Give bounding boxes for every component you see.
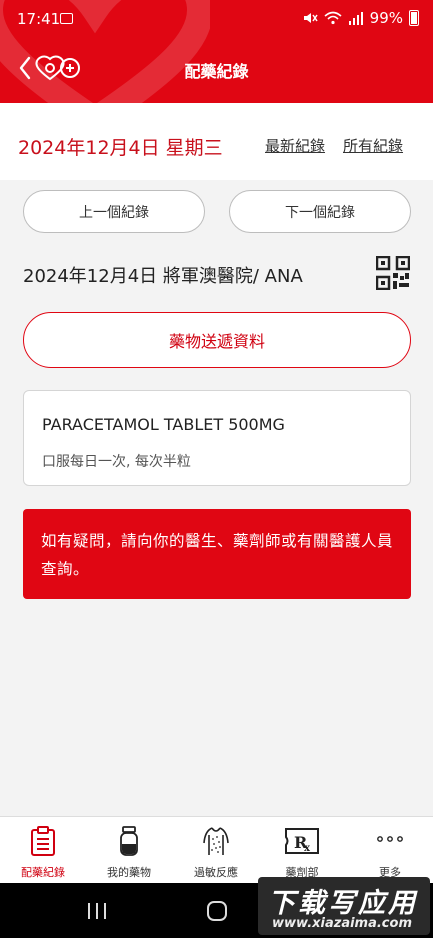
allergy-body-icon (203, 827, 229, 855)
dispensing-record-icon (31, 826, 55, 856)
previous-record-button[interactable]: 上一個紀錄 (23, 190, 205, 233)
record-date: 2024年12月4日 星期三 (18, 137, 223, 159)
drug-delivery-info-button[interactable]: 藥物送遞資料 (23, 312, 411, 368)
inquiry-notice: 如有疑問，請向你的醫生、藥劑師或有關醫護人員查詢。 (23, 509, 411, 599)
tab-my-medication[interactable]: 我的藥物 (86, 817, 172, 884)
medication-card[interactable]: PARACETAMOL TABLET 500MG 口服每日一次, 每次半粒 (23, 390, 411, 486)
latest-records-link[interactable]: 最新紀錄 (265, 135, 325, 156)
record-title: 2024年12月4日 將軍澳醫院/ ANA (23, 266, 303, 287)
battery-percentage: 99% (369, 9, 403, 27)
mute-icon (303, 13, 318, 23)
qr-code-icon[interactable] (376, 256, 410, 290)
medication-name: PARACETAMOL TABLET 500MG (42, 415, 285, 434)
site-watermark: 下载写应用 www.xiazaima.com (258, 877, 430, 935)
battery-icon (409, 10, 419, 26)
tab-allergy[interactable]: 過敏反應 (173, 817, 259, 884)
medication-dosage: 口服每日一次, 每次半粒 (42, 454, 191, 470)
tab-label: 我的藥物 (107, 866, 151, 879)
page-title: 配藥紀錄 (184, 62, 249, 81)
app-header: 17:41 99% 配藥紀錄 (0, 0, 433, 103)
recent-apps-button[interactable] (88, 903, 106, 919)
all-records-link[interactable]: 所有紀錄 (343, 135, 403, 156)
status-icons: 99% (302, 9, 419, 27)
watermark-title: 下载写应用 (268, 888, 418, 919)
next-record-button[interactable]: 下一個紀錄 (229, 190, 411, 233)
tab-more[interactable]: 更多 (347, 817, 433, 884)
tab-pharmacy[interactable]: R x 藥劑部 (259, 817, 345, 884)
tab-label: 過敏反應 (194, 866, 238, 879)
signal-icon (348, 12, 363, 25)
status-bar: 17:41 99% (0, 0, 433, 38)
rx-icon: R x (285, 828, 319, 854)
status-time: 17:41 (17, 10, 61, 28)
pill-bottle-icon (120, 826, 138, 856)
tab-label: 配藥紀錄 (21, 866, 65, 879)
svg-text:x: x (304, 843, 311, 854)
home-button[interactable] (207, 901, 227, 921)
wifi-icon (324, 11, 342, 25)
watermark-url: www.xiazaima.com (272, 916, 412, 931)
gallery-notification-icon (60, 13, 73, 24)
tab-dispensing-record[interactable]: 配藥紀錄 (0, 817, 86, 884)
date-bar: 2024年12月4日 星期三 最新紀錄 所有紀錄 (0, 103, 433, 180)
more-dots-icon (377, 836, 403, 842)
bottom-tab-bar: 配藥紀錄 我的藥物 過敏反應 R x 藥劑部 更多 (0, 816, 433, 883)
